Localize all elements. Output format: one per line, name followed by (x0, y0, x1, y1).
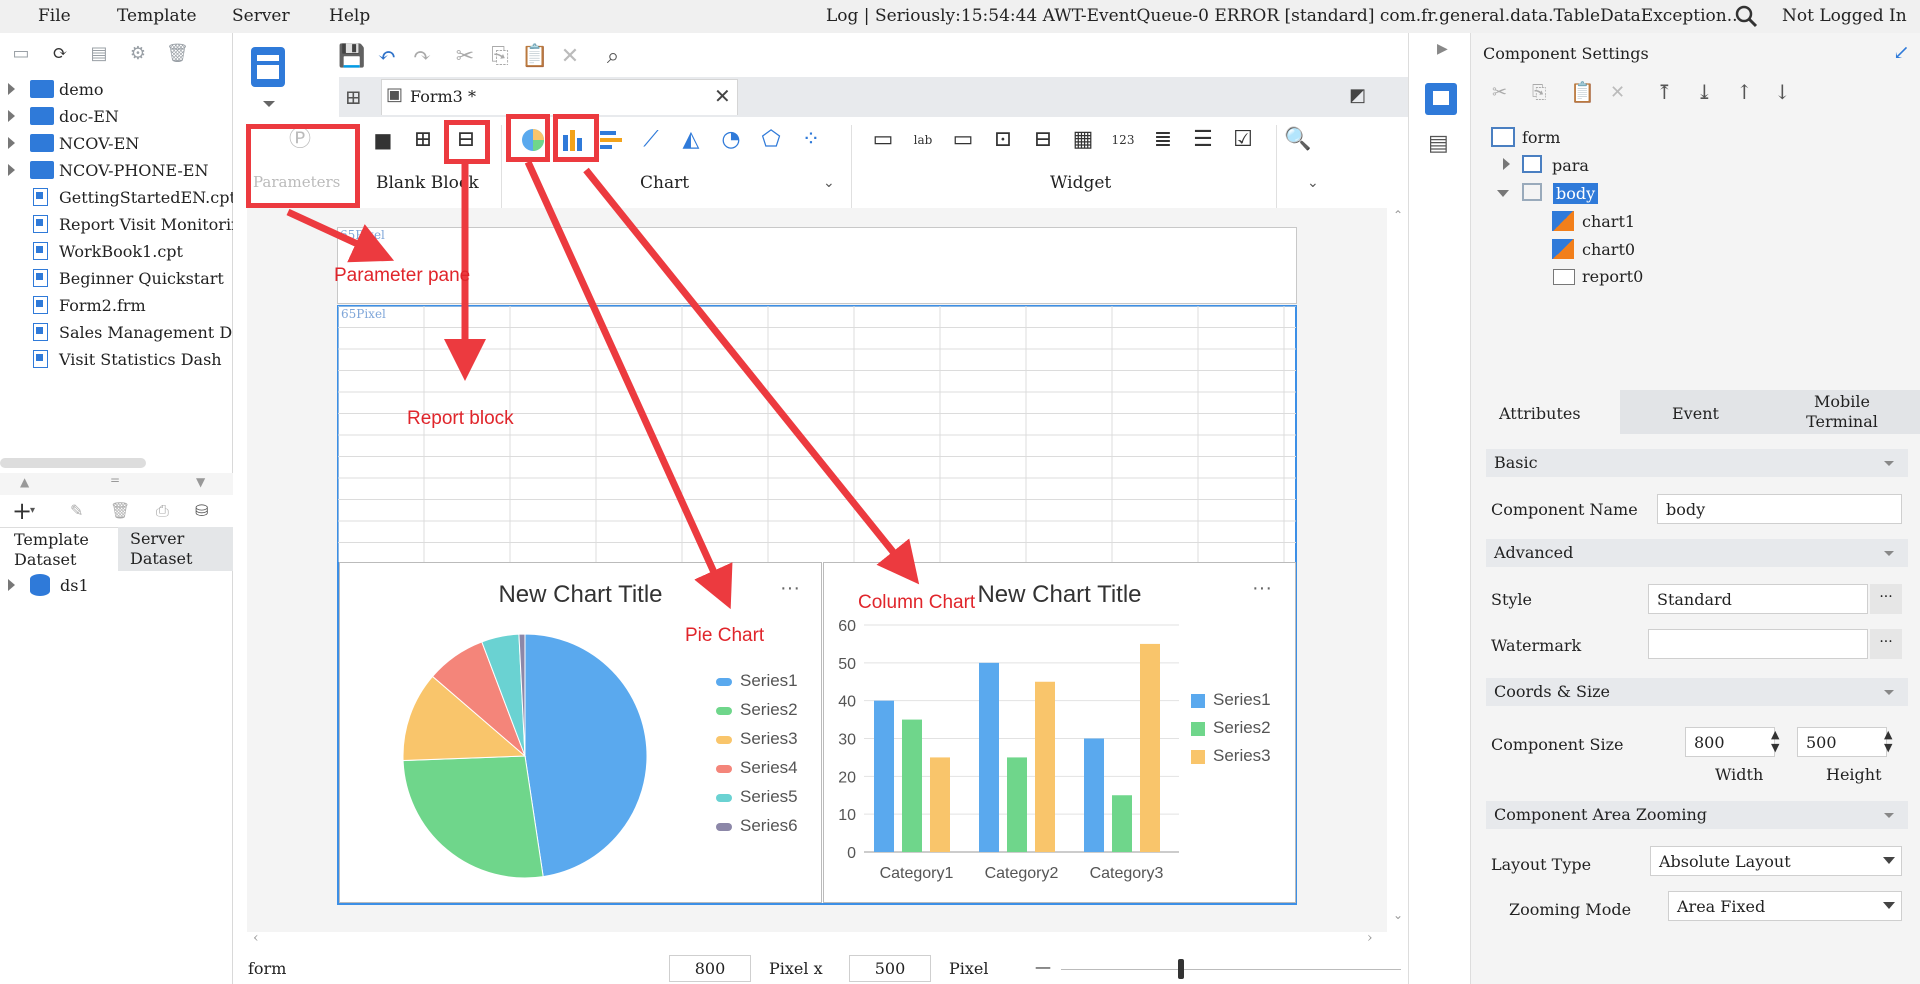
settings-copy-icon[interactable]: ⎘ (1532, 82, 1546, 103)
form-icon (1491, 127, 1515, 147)
height-input[interactable]: 500 (1797, 727, 1887, 757)
component-name-label: Component Name (1491, 500, 1638, 519)
tree-form[interactable]: form (1522, 128, 1560, 147)
canvas-height-input[interactable]: 500 (849, 955, 931, 982)
expand-para-icon[interactable] (1503, 158, 1510, 170)
layout-type-label: Layout Type (1491, 855, 1592, 874)
move-down-icon[interactable]: ↓ (1774, 80, 1791, 104)
annotation-report-block: Report block (407, 408, 514, 429)
arrow-parameter-pane (286, 208, 395, 263)
component-name-input[interactable]: body (1657, 494, 1902, 524)
move-bottom-icon[interactable]: ⤓ (1696, 80, 1713, 104)
report0-icon (1553, 269, 1575, 285)
tree-chart1[interactable]: chart1 (1582, 212, 1635, 231)
style-label: Style (1491, 590, 1533, 609)
settings-toolbar: ✂ ⎘ 📋 ✕ ⤒ ⤓ ↑ ↓ (1470, 68, 1920, 118)
canvas-width-input[interactable]: 800 (669, 955, 751, 982)
side-icon-strip: ▶ ▤ (1408, 33, 1470, 984)
tree-chart0[interactable]: chart0 (1582, 240, 1635, 259)
section-component-area-zooming[interactable]: Component Area Zooming (1486, 801, 1908, 829)
zooming-mode-select[interactable]: Area Fixed (1668, 891, 1902, 921)
move-up-icon[interactable]: ↑ (1736, 80, 1753, 104)
tab-attributes[interactable]: Attributes (1472, 390, 1620, 434)
height-stepper[interactable]: ▲ ▼ (1884, 728, 1892, 754)
annotation-parameter-pane: Parameter pane (334, 265, 471, 286)
width-stepper[interactable]: ▲ ▼ (1771, 728, 1779, 754)
section-coords-size[interactable]: Coords & Size (1486, 678, 1908, 706)
zoom-slider-handle[interactable] (1178, 959, 1184, 979)
style-more-button[interactable]: ··· (1870, 584, 1902, 614)
settings-paste-icon[interactable]: 📋 (1570, 80, 1595, 104)
watermark-label: Watermark (1491, 636, 1582, 655)
style-input[interactable]: Standard (1648, 584, 1868, 614)
collapse-body-icon[interactable] (1497, 190, 1509, 197)
zooming-mode-label: Zooming Mode (1509, 900, 1632, 919)
move-top-icon[interactable]: ⤒ (1656, 80, 1673, 104)
section-basic[interactable]: Basic (1486, 449, 1908, 477)
settings-delete-icon[interactable]: ✕ (1610, 82, 1625, 103)
component-size-label: Component Size (1491, 735, 1624, 754)
arrow-column-chart (583, 167, 920, 585)
watermark-more-button[interactable]: ··· (1870, 629, 1902, 659)
tree-body[interactable]: body (1553, 183, 1599, 204)
tree-para[interactable]: para (1552, 156, 1589, 175)
para-icon (1522, 155, 1542, 173)
arrow-pie-chart (524, 160, 733, 610)
width-caption: Width (1715, 765, 1764, 784)
component-settings-icon[interactable] (1425, 83, 1457, 115)
expand-right-icon[interactable]: ▶ (1437, 41, 1448, 57)
zoom-slider[interactable] (1061, 969, 1401, 970)
pin-icon[interactable]: ↙ (1893, 40, 1910, 64)
chart0-icon (1552, 239, 1574, 259)
width-input[interactable]: 800 (1685, 727, 1775, 757)
status-bar: form 800 Pixel x 500 Pixel — (247, 955, 1407, 984)
watermark-input[interactable] (1648, 629, 1868, 659)
body-icon (1522, 183, 1542, 201)
settings-title: Component Settings (1483, 44, 1649, 63)
section-advanced[interactable]: Advanced (1486, 539, 1908, 567)
annotation-pie-chart: Pie Chart (685, 625, 765, 646)
zoom-out-icon[interactable]: — (1035, 957, 1051, 976)
height-caption: Height (1826, 765, 1882, 784)
annotation-column-chart: Column Chart (858, 592, 976, 613)
tab-mobile-terminal[interactable]: Mobile Terminal (1768, 390, 1920, 434)
widget-library-icon[interactable]: ▤ (1428, 131, 1449, 156)
chart1-icon (1552, 211, 1574, 231)
tab-event[interactable]: Event (1620, 390, 1768, 434)
settings-cut-icon[interactable]: ✂ (1492, 82, 1507, 103)
layout-type-select[interactable]: Absolute Layout (1650, 846, 1902, 876)
tree-report0[interactable]: report0 (1582, 267, 1643, 286)
